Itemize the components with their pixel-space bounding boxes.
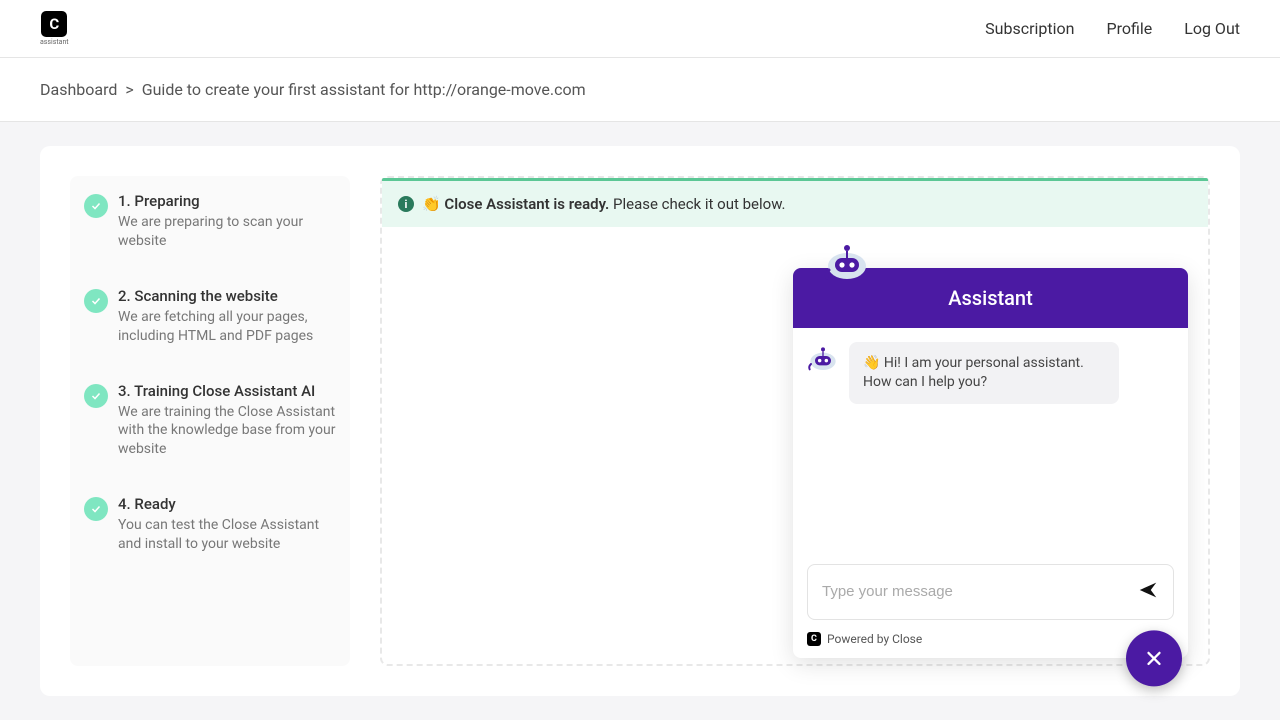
robot-icon xyxy=(823,240,871,282)
notice-emoji: 👏 xyxy=(422,195,441,213)
chat-close-fab[interactable] xyxy=(1126,630,1182,686)
chat-input[interactable] xyxy=(822,583,1131,600)
top-header: C assistant Subscription Profile Log Out xyxy=(0,0,1280,58)
breadcrumb-separator: > xyxy=(125,80,133,99)
step-desc: We are fetching all your pages, includin… xyxy=(118,308,336,346)
step-scanning: 2. Scanning the website We are fetching … xyxy=(84,287,336,346)
check-icon xyxy=(84,497,108,521)
step-desc: You can test the Close Assistant and ins… xyxy=(118,516,336,554)
close-mini-logo-icon: C xyxy=(807,632,821,646)
nav-subscription[interactable]: Subscription xyxy=(985,19,1074,38)
logo-text: assistant xyxy=(40,38,69,46)
notice-strong: Close Assistant is ready. xyxy=(444,195,609,213)
breadcrumb-dashboard-link[interactable]: Dashboard xyxy=(40,80,117,99)
info-icon: i xyxy=(398,196,414,212)
check-icon xyxy=(84,194,108,218)
step-title: 4. Ready xyxy=(118,495,336,513)
chat-message: 👋 Hi! I am your personal assistant. How … xyxy=(807,342,1174,404)
step-preparing: 1. Preparing We are preparing to scan yo… xyxy=(84,192,336,251)
content-panel: i 👏 Close Assistant is ready. Please che… xyxy=(380,176,1210,666)
logo[interactable]: C assistant xyxy=(40,11,69,46)
ready-notice: i 👏 Close Assistant is ready. Please che… xyxy=(382,178,1208,227)
step-desc: We are training the Close Assistant with… xyxy=(118,403,336,460)
close-icon xyxy=(1143,647,1165,669)
logo-icon: C xyxy=(41,11,67,37)
check-icon xyxy=(84,384,108,408)
step-training: 3. Training Close Assistant AI We are tr… xyxy=(84,382,336,460)
main-card: 1. Preparing We are preparing to scan yo… xyxy=(40,146,1240,696)
step-title: 3. Training Close Assistant AI xyxy=(118,382,336,400)
check-icon xyxy=(84,289,108,313)
chat-widget: Assistant xyxy=(793,268,1188,658)
send-button[interactable] xyxy=(1131,573,1165,610)
breadcrumb-bar: Dashboard > Guide to create your first a… xyxy=(0,58,1280,122)
step-ready: 4. Ready You can test the Close Assistan… xyxy=(84,495,336,554)
chat-input-row xyxy=(807,564,1174,620)
top-nav: Subscription Profile Log Out xyxy=(985,19,1240,38)
chat-bubble: 👋 Hi! I am your personal assistant. How … xyxy=(849,342,1119,404)
bot-avatar-icon xyxy=(807,342,839,374)
chat-messages: 👋 Hi! I am your personal assistant. How … xyxy=(793,328,1188,564)
send-icon xyxy=(1137,579,1159,601)
notice-rest: Please check it out below. xyxy=(609,195,785,213)
breadcrumb: Dashboard > Guide to create your first a… xyxy=(40,80,1240,99)
nav-profile[interactable]: Profile xyxy=(1107,19,1153,38)
step-title: 1. Preparing xyxy=(118,192,336,210)
step-desc: We are preparing to scan your website xyxy=(118,213,336,251)
nav-logout[interactable]: Log Out xyxy=(1184,19,1240,38)
main-area: 1. Preparing We are preparing to scan yo… xyxy=(0,122,1280,720)
step-title: 2. Scanning the website xyxy=(118,287,336,305)
breadcrumb-current: Guide to create your first assistant for… xyxy=(142,80,586,99)
steps-sidebar: 1. Preparing We are preparing to scan yo… xyxy=(70,176,350,666)
powered-text: Powered by Close xyxy=(827,632,922,646)
notice-text: 👏 Close Assistant is ready. Please check… xyxy=(422,195,786,213)
